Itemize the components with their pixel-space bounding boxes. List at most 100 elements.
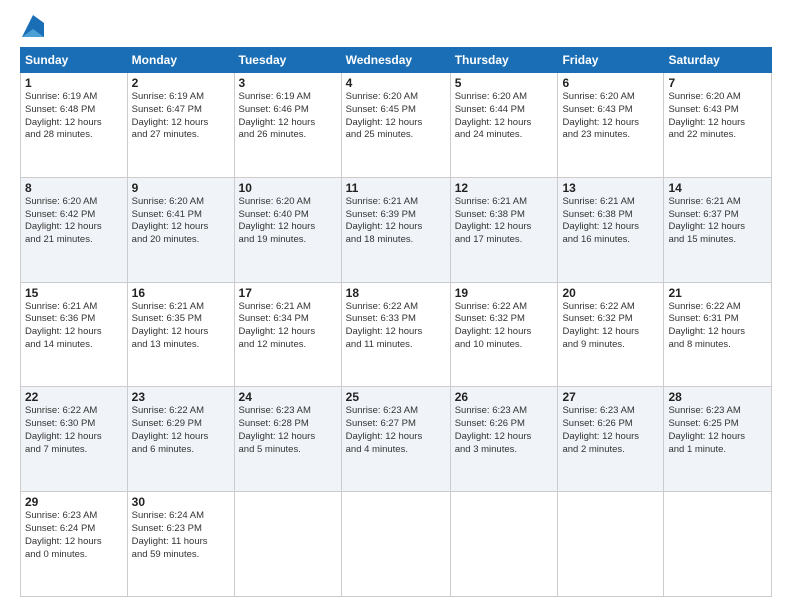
day-info: Sunrise: 6:19 AMSunset: 6:48 PMDaylight:… [25, 91, 123, 142]
day-info: Sunrise: 6:23 AMSunset: 6:26 PMDaylight:… [562, 405, 659, 456]
calendar-cell [558, 492, 664, 597]
day-number: 6 [562, 76, 659, 90]
calendar-cell: 13Sunrise: 6:21 AMSunset: 6:38 PMDayligh… [558, 177, 664, 282]
day-number: 27 [562, 390, 659, 404]
calendar-cell: 2Sunrise: 6:19 AMSunset: 6:47 PMDaylight… [127, 73, 234, 178]
day-number: 9 [132, 181, 230, 195]
calendar-cell: 21Sunrise: 6:22 AMSunset: 6:31 PMDayligh… [664, 282, 772, 387]
day-info: Sunrise: 6:21 AMSunset: 6:35 PMDaylight:… [132, 301, 230, 352]
day-info: Sunrise: 6:23 AMSunset: 6:24 PMDaylight:… [25, 510, 123, 561]
day-number: 8 [25, 181, 123, 195]
calendar-week-5: 29Sunrise: 6:23 AMSunset: 6:24 PMDayligh… [21, 492, 772, 597]
calendar-cell: 1Sunrise: 6:19 AMSunset: 6:48 PMDaylight… [21, 73, 128, 178]
day-number: 17 [239, 286, 337, 300]
day-number: 12 [455, 181, 554, 195]
day-number: 20 [562, 286, 659, 300]
day-number: 24 [239, 390, 337, 404]
day-info: Sunrise: 6:20 AMSunset: 6:42 PMDaylight:… [25, 196, 123, 247]
day-info: Sunrise: 6:20 AMSunset: 6:40 PMDaylight:… [239, 196, 337, 247]
day-number: 22 [25, 390, 123, 404]
day-number: 30 [132, 495, 230, 509]
logo-text [20, 15, 44, 37]
calendar-cell: 23Sunrise: 6:22 AMSunset: 6:29 PMDayligh… [127, 387, 234, 492]
day-info: Sunrise: 6:24 AMSunset: 6:23 PMDaylight:… [132, 510, 230, 561]
calendar-cell: 11Sunrise: 6:21 AMSunset: 6:39 PMDayligh… [341, 177, 450, 282]
day-info: Sunrise: 6:22 AMSunset: 6:29 PMDaylight:… [132, 405, 230, 456]
calendar-cell: 6Sunrise: 6:20 AMSunset: 6:43 PMDaylight… [558, 73, 664, 178]
calendar-cell: 27Sunrise: 6:23 AMSunset: 6:26 PMDayligh… [558, 387, 664, 492]
calendar-cell: 17Sunrise: 6:21 AMSunset: 6:34 PMDayligh… [234, 282, 341, 387]
day-number: 25 [346, 390, 446, 404]
day-number: 5 [455, 76, 554, 90]
day-info: Sunrise: 6:20 AMSunset: 6:43 PMDaylight:… [668, 91, 767, 142]
day-number: 21 [668, 286, 767, 300]
calendar-cell: 18Sunrise: 6:22 AMSunset: 6:33 PMDayligh… [341, 282, 450, 387]
col-header-friday: Friday [558, 48, 664, 73]
calendar-week-2: 8Sunrise: 6:20 AMSunset: 6:42 PMDaylight… [21, 177, 772, 282]
calendar-header-row: SundayMondayTuesdayWednesdayThursdayFrid… [21, 48, 772, 73]
day-number: 1 [25, 76, 123, 90]
day-number: 2 [132, 76, 230, 90]
day-info: Sunrise: 6:23 AMSunset: 6:27 PMDaylight:… [346, 405, 446, 456]
calendar-cell: 28Sunrise: 6:23 AMSunset: 6:25 PMDayligh… [664, 387, 772, 492]
day-number: 23 [132, 390, 230, 404]
calendar-cell: 15Sunrise: 6:21 AMSunset: 6:36 PMDayligh… [21, 282, 128, 387]
calendar-cell [450, 492, 558, 597]
day-number: 28 [668, 390, 767, 404]
calendar-week-1: 1Sunrise: 6:19 AMSunset: 6:48 PMDaylight… [21, 73, 772, 178]
day-info: Sunrise: 6:23 AMSunset: 6:25 PMDaylight:… [668, 405, 767, 456]
day-number: 13 [562, 181, 659, 195]
col-header-thursday: Thursday [450, 48, 558, 73]
calendar-cell: 24Sunrise: 6:23 AMSunset: 6:28 PMDayligh… [234, 387, 341, 492]
day-number: 4 [346, 76, 446, 90]
day-info: Sunrise: 6:20 AMSunset: 6:43 PMDaylight:… [562, 91, 659, 142]
page: SundayMondayTuesdayWednesdayThursdayFrid… [0, 0, 792, 612]
calendar-cell [341, 492, 450, 597]
day-info: Sunrise: 6:21 AMSunset: 6:38 PMDaylight:… [455, 196, 554, 247]
day-number: 10 [239, 181, 337, 195]
calendar-week-3: 15Sunrise: 6:21 AMSunset: 6:36 PMDayligh… [21, 282, 772, 387]
header [20, 15, 772, 37]
day-number: 3 [239, 76, 337, 90]
day-info: Sunrise: 6:20 AMSunset: 6:44 PMDaylight:… [455, 91, 554, 142]
calendar-cell: 22Sunrise: 6:22 AMSunset: 6:30 PMDayligh… [21, 387, 128, 492]
calendar-cell: 19Sunrise: 6:22 AMSunset: 6:32 PMDayligh… [450, 282, 558, 387]
day-info: Sunrise: 6:20 AMSunset: 6:41 PMDaylight:… [132, 196, 230, 247]
day-number: 18 [346, 286, 446, 300]
calendar-cell: 26Sunrise: 6:23 AMSunset: 6:26 PMDayligh… [450, 387, 558, 492]
logo-icon [22, 15, 44, 37]
col-header-tuesday: Tuesday [234, 48, 341, 73]
logo [20, 15, 44, 37]
calendar-cell: 4Sunrise: 6:20 AMSunset: 6:45 PMDaylight… [341, 73, 450, 178]
day-info: Sunrise: 6:22 AMSunset: 6:32 PMDaylight:… [562, 301, 659, 352]
calendar-cell: 10Sunrise: 6:20 AMSunset: 6:40 PMDayligh… [234, 177, 341, 282]
day-info: Sunrise: 6:21 AMSunset: 6:38 PMDaylight:… [562, 196, 659, 247]
calendar-cell: 7Sunrise: 6:20 AMSunset: 6:43 PMDaylight… [664, 73, 772, 178]
col-header-saturday: Saturday [664, 48, 772, 73]
day-info: Sunrise: 6:19 AMSunset: 6:47 PMDaylight:… [132, 91, 230, 142]
day-info: Sunrise: 6:23 AMSunset: 6:28 PMDaylight:… [239, 405, 337, 456]
calendar-cell: 8Sunrise: 6:20 AMSunset: 6:42 PMDaylight… [21, 177, 128, 282]
day-info: Sunrise: 6:20 AMSunset: 6:45 PMDaylight:… [346, 91, 446, 142]
calendar-cell: 20Sunrise: 6:22 AMSunset: 6:32 PMDayligh… [558, 282, 664, 387]
day-number: 7 [668, 76, 767, 90]
logo-line2 [20, 15, 44, 35]
day-number: 29 [25, 495, 123, 509]
col-header-monday: Monday [127, 48, 234, 73]
day-info: Sunrise: 6:22 AMSunset: 6:32 PMDaylight:… [455, 301, 554, 352]
day-info: Sunrise: 6:21 AMSunset: 6:37 PMDaylight:… [668, 196, 767, 247]
calendar-cell: 14Sunrise: 6:21 AMSunset: 6:37 PMDayligh… [664, 177, 772, 282]
day-info: Sunrise: 6:19 AMSunset: 6:46 PMDaylight:… [239, 91, 337, 142]
day-number: 19 [455, 286, 554, 300]
day-info: Sunrise: 6:21 AMSunset: 6:39 PMDaylight:… [346, 196, 446, 247]
calendar-cell: 29Sunrise: 6:23 AMSunset: 6:24 PMDayligh… [21, 492, 128, 597]
calendar-week-4: 22Sunrise: 6:22 AMSunset: 6:30 PMDayligh… [21, 387, 772, 492]
day-number: 14 [668, 181, 767, 195]
day-number: 26 [455, 390, 554, 404]
day-number: 15 [25, 286, 123, 300]
day-info: Sunrise: 6:22 AMSunset: 6:30 PMDaylight:… [25, 405, 123, 456]
calendar-table: SundayMondayTuesdayWednesdayThursdayFrid… [20, 47, 772, 597]
calendar-cell: 30Sunrise: 6:24 AMSunset: 6:23 PMDayligh… [127, 492, 234, 597]
day-info: Sunrise: 6:21 AMSunset: 6:34 PMDaylight:… [239, 301, 337, 352]
day-info: Sunrise: 6:22 AMSunset: 6:33 PMDaylight:… [346, 301, 446, 352]
